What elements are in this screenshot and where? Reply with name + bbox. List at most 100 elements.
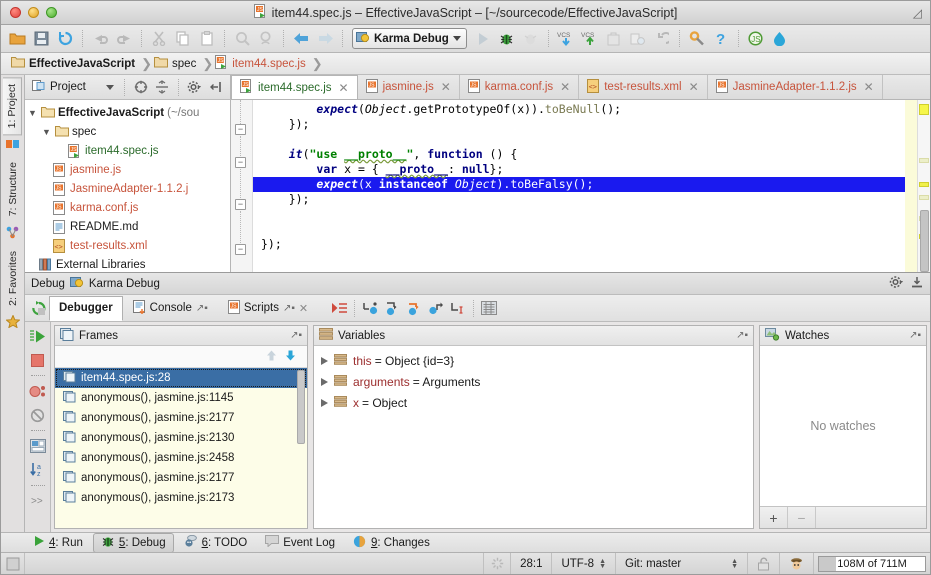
gear-icon[interactable] [889,275,905,292]
frame-item-selected[interactable]: item44.spec.js:28 [55,368,307,388]
chevron-down-icon[interactable]: ▼ [27,108,38,118]
code-editor[interactable]: − − − − expect(Object.getPrototypeOf(x))… [231,100,930,272]
tool-window-run[interactable]: 4: Run [25,533,91,552]
hide-panel-icon[interactable] [207,78,225,96]
evaluate-expression-icon[interactable] [478,297,500,319]
encoding-selector[interactable]: UTF-8 ▲ ▼ [552,553,616,574]
fold-marker-icon[interactable]: − [235,124,246,135]
close-icon[interactable]: ✕ [441,80,451,94]
editor-tab-test-results[interactable]: <> test-results.xml ✕ [579,75,708,99]
minimize-window-button[interactable] [28,7,39,18]
frame-item[interactable]: anonymous(), jasmine.js:2458 [55,448,307,468]
caret-position[interactable]: 28:1 [511,553,553,574]
frame-down-icon[interactable] [284,349,297,365]
open-folder-icon[interactable] [6,28,28,50]
more-icon[interactable]: >> [27,490,49,512]
tree-node-test-results[interactable]: <> test-results.xml [25,236,230,255]
stop-icon[interactable] [27,349,49,371]
run-to-cursor-icon[interactable] [447,297,469,319]
fold-marker-icon[interactable]: − [235,244,246,255]
chevron-down-icon[interactable] [105,84,114,90]
tool-window-event-log[interactable]: Event Log [257,533,343,552]
inspection-profile-icon[interactable] [780,553,814,574]
chevron-down-icon[interactable]: ▼ [41,127,52,137]
close-icon[interactable]: ✕ [864,80,874,94]
editor-tab-item44[interactable]: JS item44.spec.js ✕ [231,75,358,99]
chevron-right-icon[interactable] [321,398,328,407]
step-into-icon[interactable] [381,297,403,319]
fold-marker-icon[interactable]: − [235,157,246,168]
frame-item[interactable]: anonymous(), jasmine.js:2177 [55,468,307,488]
variable-row-x[interactable]: x = Object [314,392,753,413]
scrollbar-marker-track[interactable] [917,100,930,272]
toggle-toolbars-button[interactable] [1,553,25,574]
editor-tab-jasmine-adapter[interactable]: JS JasmineAdapter-1.1.2.js ✕ [708,75,883,99]
sync-icon[interactable] [54,28,76,50]
save-all-icon[interactable] [30,28,52,50]
pin-icon[interactable]: ↗▪ [290,330,302,341]
tree-node-jasmine[interactable]: JS jasmine.js [25,160,230,179]
frame-item[interactable]: anonymous(), jasmine.js:2177 [55,408,307,428]
editor-tab-jasmine[interactable]: JS jasmine.js ✕ [358,75,460,99]
view-breakpoints-icon[interactable] [27,380,49,402]
tab-console[interactable]: Console ↗▪ [123,296,218,321]
rerun-icon[interactable] [27,297,49,319]
step-over-icon[interactable] [359,297,381,319]
close-icon[interactable]: ✕ [339,81,349,95]
warning-marker[interactable] [919,104,929,115]
run-configuration-selector[interactable]: Karma Debug [352,28,467,49]
warning-marker[interactable] [919,158,929,163]
pin-icon[interactable]: ↗▪ [909,330,921,341]
chevron-right-icon[interactable] [321,377,328,386]
sidebar-item-project[interactable]: 1: Project [3,77,22,136]
memory-indicator[interactable]: 108M of 711M [818,555,926,572]
sort-alpha-icon[interactable]: az [27,459,49,481]
force-step-into-icon[interactable] [403,297,425,319]
readonly-toggle[interactable] [748,553,780,574]
collapse-all-icon[interactable] [153,78,171,96]
back-icon[interactable] [290,28,312,50]
chevron-right-icon[interactable] [321,356,328,365]
resume-program-icon[interactable] [27,325,49,347]
variables-list[interactable]: this = Object {id=3} arguments = Argumen… [314,346,753,528]
variable-row-arguments[interactable]: arguments = Arguments [314,371,753,392]
pin-icon[interactable]: ↗▪ [196,303,208,314]
project-panel-title[interactable]: Project [29,79,117,95]
drop-icon[interactable] [769,28,791,50]
variable-row-this[interactable]: this = Object {id=3} [314,350,753,371]
close-icon[interactable]: ✕ [560,80,570,94]
tree-node-item44[interactable]: JS item44.spec.js [25,141,230,160]
tab-debugger[interactable]: Debugger [49,295,123,321]
show-execution-point-icon[interactable] [328,297,350,319]
settings-icon[interactable] [686,28,708,50]
frame-item[interactable]: anonymous(), jasmine.js:2130 [55,428,307,448]
tab-scripts[interactable]: JS Scripts ↗▪ ✕ [218,296,318,321]
breadcrumb-item-project[interactable]: EffectiveJavaScript [9,56,141,71]
help-icon[interactable]: ? [710,28,732,50]
tree-node-project-root[interactable]: ▼ EffectiveJavaScript (~/sou [25,103,230,122]
warning-marker[interactable] [919,182,929,187]
breadcrumb-item-spec[interactable]: spec [152,56,202,71]
warning-marker[interactable] [919,195,929,200]
pin-icon[interactable]: ↗▪ [736,330,748,341]
tree-node-external-libraries[interactable]: External Libraries [25,255,230,272]
frames-scrollbar-thumb[interactable] [297,370,305,444]
debug-button[interactable] [496,28,518,50]
editor-scrollbar-thumb[interactable] [920,210,929,272]
scroll-from-source-icon[interactable] [132,78,150,96]
maximize-window-button[interactable] [46,7,57,18]
js-icon[interactable]: JS [745,28,767,50]
tool-window-debug[interactable]: 5: Debug [92,532,174,553]
gear-icon[interactable] [186,78,204,96]
add-watch-button[interactable]: + [760,507,788,528]
code-content[interactable]: expect(Object.getPrototypeOf(x)).toBeNul… [253,100,905,272]
close-icon[interactable]: ✕ [689,80,699,94]
tool-window-todo[interactable]: 6: TODO [176,533,256,553]
close-window-button[interactable] [10,7,21,18]
window-controls[interactable] [10,7,57,18]
tree-node-jasmine-adapter[interactable]: JS JasmineAdapter-1.1.2.j [25,179,230,198]
breadcrumb-item-file[interactable]: JS item44.spec.js [213,55,312,72]
tree-node-readme[interactable]: README.md [25,217,230,236]
mute-breakpoints-icon[interactable] [27,404,49,426]
step-out-icon[interactable] [425,297,447,319]
